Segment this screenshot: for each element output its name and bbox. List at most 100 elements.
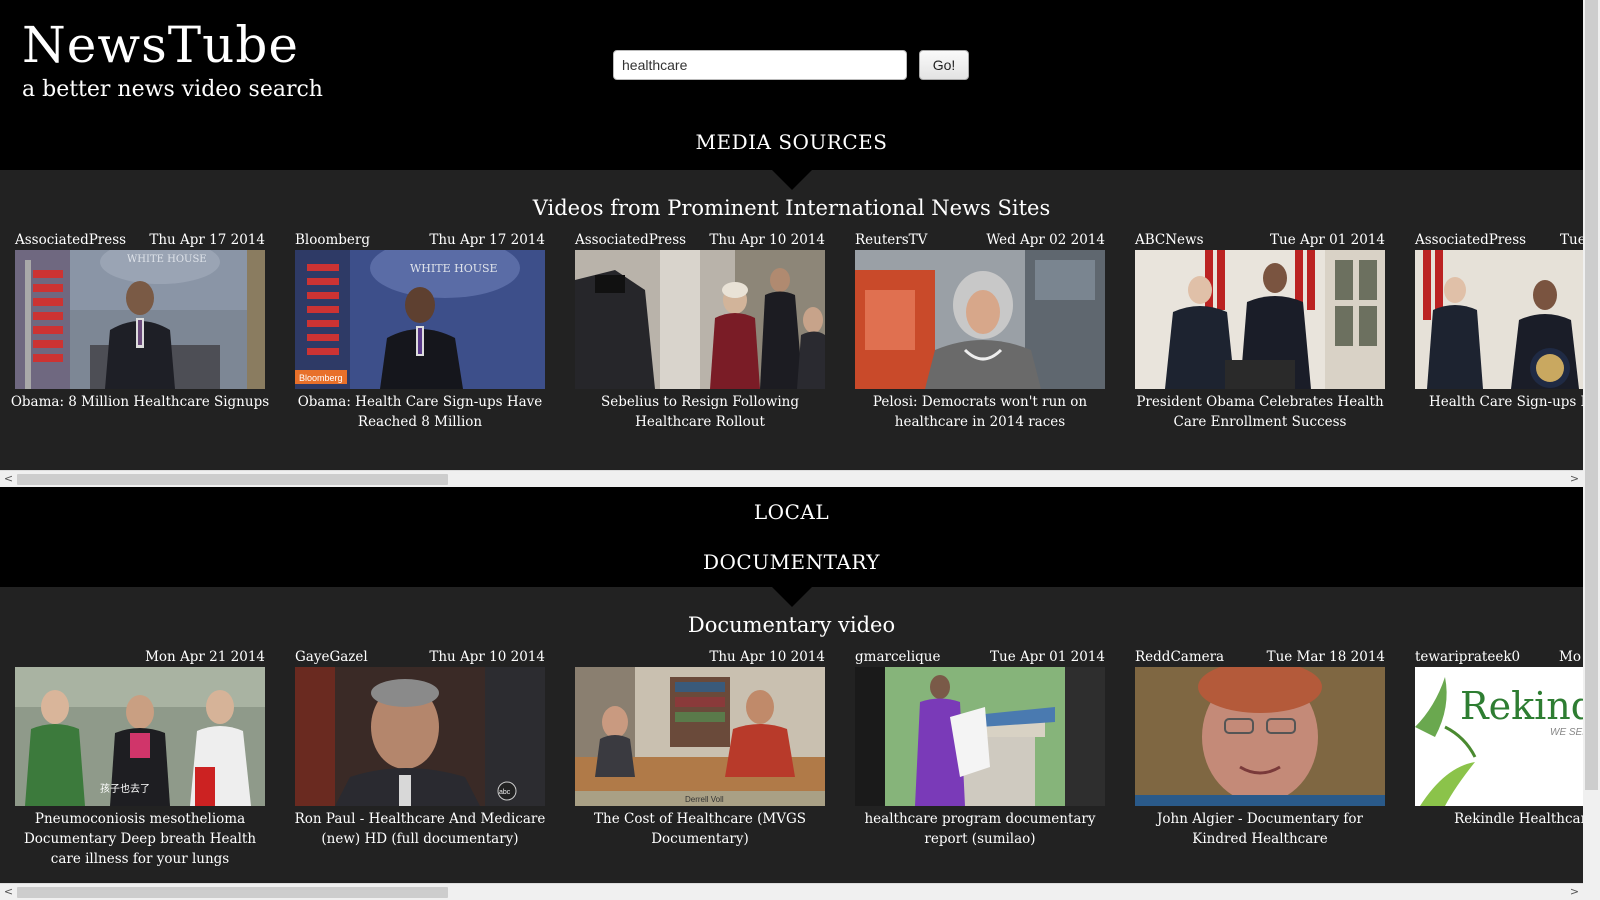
card-meta: AssociatedPress Thu Apr 10 2014 bbox=[575, 232, 825, 250]
video-thumbnail[interactable]: WHITE HOUSE bbox=[15, 250, 265, 389]
video-title[interactable]: Obama: Health Care Sign-ups Have Reached… bbox=[290, 392, 550, 432]
thumbnail-rose-garden bbox=[1135, 250, 1385, 389]
video-source[interactable]: ABCNews bbox=[1135, 232, 1204, 248]
svg-text:孩子也去了: 孩子也去了 bbox=[100, 782, 150, 795]
section-local[interactable]: LOCAL bbox=[0, 500, 1583, 524]
video-thumbnail[interactable]: WHITE HOUSE Bloomberg bbox=[295, 250, 545, 389]
card-meta: Bloomberg Thu Apr 17 2014 bbox=[295, 232, 545, 250]
documentary-panel: Documentary video Mon Apr 21 2014 孩子也去了 … bbox=[0, 587, 1583, 900]
video-source[interactable]: GayeGazel bbox=[295, 649, 368, 665]
card-meta: Mon Apr 21 2014 bbox=[15, 649, 265, 667]
brand: NewsTube a better news video search bbox=[22, 14, 323, 104]
vertical-scrollbar[interactable] bbox=[1583, 0, 1600, 900]
card-meta: AssociatedPress Thu Apr 17 2014 bbox=[15, 232, 265, 250]
video-source[interactable]: tewariprateek0 bbox=[1415, 649, 1520, 665]
thumbnail-press-room: WHITE HOUSE Bloomberg bbox=[295, 250, 545, 389]
page: NewsTube a better news video search heal… bbox=[0, 0, 1583, 900]
video-date: Thu Apr 10 2014 bbox=[429, 649, 545, 665]
video-title[interactable]: Health Care Sign-ups Re Million bbox=[1410, 392, 1583, 412]
video-title[interactable]: John Algier - Documentary for Kindred He… bbox=[1130, 809, 1390, 849]
video-title[interactable]: Rekindle Healthcare Doc bbox=[1410, 809, 1583, 829]
panel-pointer bbox=[772, 587, 812, 607]
scroll-left-arrow-icon[interactable]: < bbox=[0, 884, 17, 900]
thumbnail-rose-garden bbox=[1415, 250, 1583, 389]
scrollbar-thumb[interactable] bbox=[17, 887, 448, 898]
video-thumbnail[interactable] bbox=[1135, 667, 1385, 806]
section-media-sources[interactable]: MEDIA SOURCES bbox=[0, 130, 1583, 154]
video-date: Mo bbox=[1559, 649, 1581, 665]
video-date: Tue Mar 18 2014 bbox=[1266, 649, 1385, 665]
thumbnail-office: Derrell Voll bbox=[575, 667, 825, 806]
video-source[interactable]: AssociatedPress bbox=[1415, 232, 1526, 248]
media-panel-title: Videos from Prominent International News… bbox=[532, 196, 1051, 220]
documentary-video-strip[interactable]: Mon Apr 21 2014 孩子也去了 Pneumoconiosis mes… bbox=[0, 649, 1583, 879]
video-date: Thu Apr 10 2014 bbox=[709, 649, 825, 665]
video-thumbnail[interactable]: Rekind WE SER bbox=[1415, 667, 1583, 806]
media-video-strip[interactable]: AssociatedPress Thu Apr 17 2014 WHITE HO… bbox=[0, 232, 1583, 462]
card-meta: AssociatedPress Tue bbox=[1415, 232, 1583, 250]
card-meta: gmarcelique Tue Apr 01 2014 bbox=[855, 649, 1105, 667]
horizontal-scrollbar[interactable]: < > bbox=[0, 883, 1583, 900]
media-sources-panel: Videos from Prominent International News… bbox=[0, 170, 1583, 487]
scroll-right-arrow-icon[interactable]: > bbox=[1566, 884, 1583, 900]
video-title[interactable]: Pneumoconiosis mesothelioma Documentary … bbox=[10, 809, 270, 869]
card-meta: tewariprateek0 Mo bbox=[1415, 649, 1583, 667]
video-source[interactable]: Bloomberg bbox=[295, 232, 370, 248]
site-subtitle: a better news video search bbox=[22, 77, 323, 102]
thumbnail-hallway bbox=[575, 250, 825, 389]
video-thumbnail[interactable]: 孩子也去了 bbox=[15, 667, 265, 806]
video-title[interactable]: Ron Paul - Healthcare And Medicare (new)… bbox=[290, 809, 550, 849]
video-thumbnail[interactable]: abc bbox=[295, 667, 545, 806]
panel-pointer bbox=[772, 170, 812, 190]
go-button[interactable]: Go! bbox=[919, 50, 969, 80]
search-input[interactable]: healthcare bbox=[613, 50, 907, 80]
svg-text:Bloomberg: Bloomberg bbox=[299, 373, 343, 383]
video-date: Tue Apr 01 2014 bbox=[990, 649, 1105, 665]
thumbnail-street-crowd: 孩子也去了 bbox=[15, 667, 265, 806]
card-meta: ReutersTV Wed Apr 02 2014 bbox=[855, 232, 1105, 250]
scrollbar-thumb[interactable] bbox=[17, 474, 448, 485]
scrollbar-thumb[interactable] bbox=[1585, 0, 1598, 790]
video-date: Thu Apr 10 2014 bbox=[709, 232, 825, 248]
video-source[interactable]: ReutersTV bbox=[855, 232, 927, 248]
video-title[interactable]: The Cost of Healthcare (MVGS Documentary… bbox=[570, 809, 830, 849]
card-meta: ABCNews Tue Apr 01 2014 bbox=[1135, 232, 1385, 250]
scroll-left-arrow-icon[interactable]: < bbox=[0, 471, 17, 487]
video-thumbnail[interactable] bbox=[855, 667, 1105, 806]
video-title[interactable]: healthcare program documentary report (s… bbox=[850, 809, 1110, 849]
section-documentary[interactable]: DOCUMENTARY bbox=[0, 550, 1583, 574]
svg-text:WHITE HOUSE: WHITE HOUSE bbox=[410, 262, 498, 275]
svg-text:WHITE HOUSE: WHITE HOUSE bbox=[127, 254, 207, 265]
video-title[interactable]: Pelosi: Democrats won't run on healthcar… bbox=[850, 392, 1110, 432]
svg-text:Derrell Voll: Derrell Voll bbox=[685, 795, 724, 804]
video-date: Mon Apr 21 2014 bbox=[145, 649, 265, 665]
thumbnail-interview bbox=[855, 250, 1105, 389]
documentary-panel-title: Documentary video bbox=[687, 613, 896, 637]
video-date: Wed Apr 02 2014 bbox=[986, 232, 1105, 248]
video-thumbnail[interactable] bbox=[1135, 250, 1385, 389]
video-thumbnail[interactable] bbox=[575, 250, 825, 389]
video-thumbnail[interactable] bbox=[1415, 250, 1583, 389]
horizontal-scrollbar[interactable]: < > bbox=[0, 470, 1583, 487]
thumbnail-logo: Rekind WE SER bbox=[1415, 667, 1583, 806]
card-meta: Thu Apr 10 2014 bbox=[575, 649, 825, 667]
video-title[interactable]: Sebelius to Resign Following Healthcare … bbox=[570, 392, 830, 432]
video-source[interactable]: gmarcelique bbox=[855, 649, 940, 665]
video-thumbnail[interactable]: Derrell Voll bbox=[575, 667, 825, 806]
video-date: Thu Apr 17 2014 bbox=[149, 232, 265, 248]
card-meta: GayeGazel Thu Apr 10 2014 bbox=[295, 649, 545, 667]
thumbnail-clinic bbox=[855, 667, 1105, 806]
video-source[interactable]: AssociatedPress bbox=[15, 232, 126, 248]
thumbnail-press-room: WHITE HOUSE bbox=[15, 250, 265, 389]
scroll-right-arrow-icon[interactable]: > bbox=[1566, 471, 1583, 487]
video-title[interactable]: Obama: 8 Million Healthcare Signups bbox=[10, 392, 270, 412]
svg-text:WE SER: WE SER bbox=[1550, 727, 1583, 738]
video-source[interactable]: ReddCamera bbox=[1135, 649, 1224, 665]
video-thumbnail[interactable] bbox=[855, 250, 1105, 389]
video-title[interactable]: President Obama Celebrates Health Care E… bbox=[1130, 392, 1390, 432]
video-source[interactable]: AssociatedPress bbox=[575, 232, 686, 248]
video-date: Tue Apr 01 2014 bbox=[1270, 232, 1385, 248]
site-title[interactable]: NewsTube bbox=[22, 14, 323, 76]
card-meta: ReddCamera Tue Mar 18 2014 bbox=[1135, 649, 1385, 667]
video-date: Tue bbox=[1560, 232, 1583, 248]
